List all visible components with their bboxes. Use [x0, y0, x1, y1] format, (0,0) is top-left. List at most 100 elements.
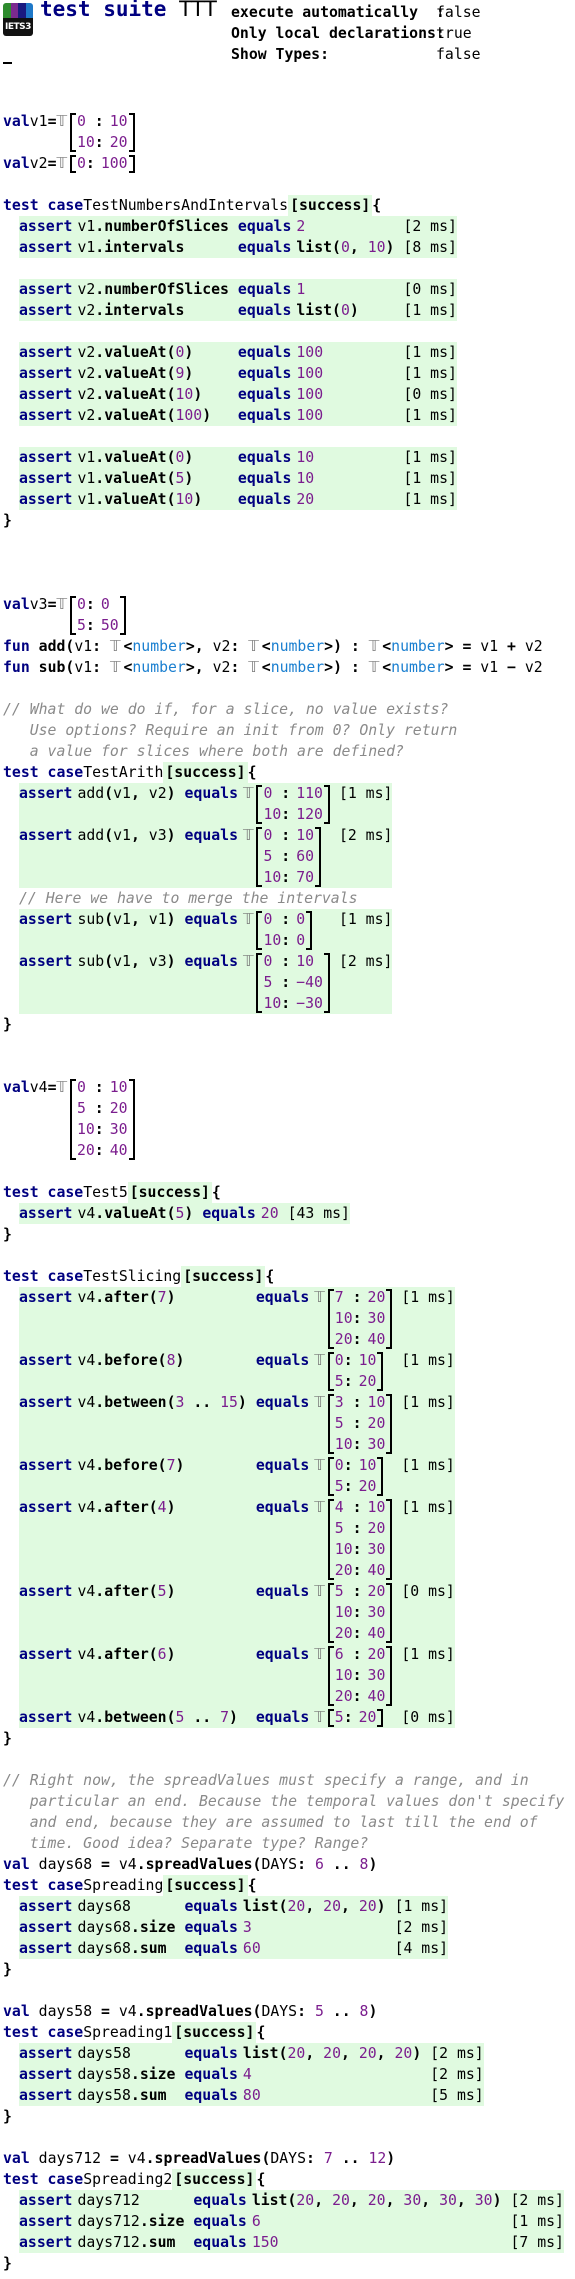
assert-subject[interactable]: days68 — [77, 1896, 185, 1917]
test-case-name[interactable]: TestNumbersAndIntervals — [83, 195, 288, 216]
setting-value[interactable]: false — [436, 2, 481, 23]
assert-expected[interactable]: 150 — [251, 2232, 511, 2253]
assert-subject[interactable]: v1.valueAt(10) — [77, 489, 238, 510]
val-declaration[interactable]: val v3 = 𝕋 0:0 5:50 — [3, 594, 564, 636]
test-case-name[interactable]: Spreading1 — [83, 2022, 172, 2043]
val-declaration[interactable]: val v4 = 𝕋 0:10 5:20 10:30 20:40 — [3, 1077, 564, 1161]
test-case-header[interactable]: test case Spreading2 [success] { — [3, 2169, 564, 2190]
val-name[interactable]: v4 — [30, 1077, 48, 1098]
assert-subject[interactable]: v4.between(5 .. 7) — [77, 1707, 256, 1728]
assert-expected[interactable]: 𝕋 0:10 5:20 — [314, 1455, 402, 1497]
code-editor[interactable]: val v1 = 𝕋 0:10 10:20 val v2 = 𝕋 0:100 test c… — [3, 111, 564, 2274]
assert-expected[interactable]: 100 — [296, 405, 404, 426]
assert-subject[interactable]: v4.after(6) — [77, 1644, 256, 1707]
assert-expected[interactable]: list(20, 20, 20) — [242, 1896, 395, 1917]
test-case-name[interactable]: TestArith — [83, 762, 163, 783]
setting-only-local-declarations[interactable]: Only local declarations: true — [231, 23, 472, 44]
test-case-name[interactable]: Spreading2 — [83, 2169, 172, 2190]
assert-subject[interactable]: sub(v1, v1) — [77, 909, 185, 951]
suite-name[interactable]: TTT — [179, 0, 217, 21]
assert-expected[interactable]: list(20, 20, 20, 30, 30, 30) — [251, 2190, 511, 2211]
assert-subject[interactable]: days68.size — [77, 1917, 185, 1938]
val-name[interactable]: v1 — [30, 111, 48, 132]
assert-expected[interactable]: 100 — [296, 384, 404, 405]
assert-subject[interactable]: v4.after(7) — [77, 1287, 256, 1350]
assert-expected[interactable]: 𝕋 3:10 5:20 10:30 — [314, 1392, 402, 1455]
assert-expected[interactable]: 1 — [296, 279, 404, 300]
test-case-name[interactable]: Test5 — [83, 1182, 128, 1203]
assert-expected[interactable]: 10 — [296, 468, 404, 489]
assert-expected[interactable]: 𝕋 6:20 10:30 20:40 — [314, 1644, 402, 1707]
assert-subject[interactable]: days712.sum — [77, 2232, 194, 2253]
test-case-header[interactable]: test case Spreading [success] { — [3, 1875, 564, 1896]
assert-subject[interactable]: days58 — [77, 2043, 185, 2064]
assert-subject[interactable]: v1.intervals — [77, 237, 238, 258]
test-case-name[interactable]: TestSlicing — [83, 1266, 181, 1287]
setting-value[interactable]: false — [436, 44, 481, 65]
assert-subject[interactable]: v4.before(8) — [77, 1350, 256, 1392]
setting-execute-automatically[interactable]: execute automatically : false — [231, 2, 481, 23]
assert-subject[interactable]: days58.size — [77, 2064, 185, 2085]
code-line[interactable]: fun add(v1: 𝕋 < number >, v2: 𝕋 < number >) : … — [3, 636, 564, 657]
assert-subject[interactable]: v2.valueAt(9) — [77, 363, 238, 384]
assert-subject[interactable]: days712 — [77, 2190, 194, 2211]
assert-expected[interactable]: 3 — [242, 1917, 395, 1938]
assert-subject[interactable]: days68.sum — [77, 1938, 185, 1959]
assert-expected[interactable]: 6 — [251, 2211, 511, 2232]
assert-subject[interactable]: add(v1, v3) — [77, 825, 185, 888]
code-line[interactable]: val days712 = v4. spreadValues(DAYS: 7 ..… — [3, 2148, 564, 2169]
assert-expected[interactable]: list(0) — [296, 300, 404, 321]
test-case-header[interactable]: test case TestArith [success] { — [3, 762, 564, 783]
assert-expected[interactable]: 𝕋 4:10 5:20 10:30 20:40 — [314, 1497, 402, 1581]
code-line[interactable]: fun sub(v1: 𝕋 < number >, v2: 𝕋 < number >) : … — [3, 657, 564, 678]
code-line[interactable]: val days68 = v4. spreadValues(DAYS: 6 .. … — [3, 1854, 564, 1875]
val-name[interactable]: v3 — [30, 594, 48, 615]
assert-subject[interactable]: days58.sum — [77, 2085, 185, 2106]
assert-expected[interactable]: 𝕋 5:20 — [314, 1707, 402, 1728]
assert-subject[interactable]: v4.before(7) — [77, 1455, 256, 1497]
assert-expected[interactable]: 𝕋 0:110 10:120 — [242, 783, 339, 825]
assert-subject[interactable]: days712.size — [77, 2211, 194, 2232]
assert-expected[interactable]: 𝕋 0:10 5: −40 10: −30 — [242, 951, 339, 1014]
assert-subject[interactable]: v1.valueAt(0) — [77, 447, 238, 468]
assert-expected[interactable]: 2 — [296, 216, 404, 237]
val-declaration[interactable]: val v2 = 𝕋 0:100 — [3, 153, 564, 174]
assert-subject[interactable]: v2.valueAt(100) — [77, 405, 238, 426]
test-case-name[interactable]: Spreading — [83, 1875, 163, 1896]
test-case-header[interactable]: test case Spreading1 [success] { — [3, 2022, 564, 2043]
assert-expected[interactable]: 𝕋 0:10 5:60 10:70 — [242, 825, 339, 888]
test-case-header[interactable]: test case TestNumbersAndIntervals [succe… — [3, 195, 564, 216]
assert-subject[interactable]: v1.numberOfSlices — [77, 216, 238, 237]
assert-expected[interactable]: list(0, 10) — [296, 237, 404, 258]
assert-expected[interactable]: 𝕋 0:0 10:0 — [242, 909, 339, 951]
setting-show-types[interactable]: Show Types: false — [231, 44, 481, 65]
assert-expected[interactable]: 10 — [296, 447, 404, 468]
code-line[interactable]: val days58 = v4. spreadValues(DAYS: 5 .. … — [3, 2001, 564, 2022]
assert-subject[interactable]: v1.valueAt(5) — [77, 468, 238, 489]
assert-expected[interactable]: 20 — [260, 1203, 288, 1224]
assert-expected[interactable]: 𝕋 7:20 10:30 20:40 — [314, 1287, 402, 1350]
assert-expected[interactable]: 100 — [296, 363, 404, 384]
assert-subject[interactable]: sub(v1, v3) — [77, 951, 185, 1014]
assert-subject[interactable]: v4.valueAt(5) — [77, 1203, 203, 1224]
assert-subject[interactable]: v2.intervals — [77, 300, 238, 321]
test-case-header[interactable]: test case Test5 [success] { — [3, 1182, 564, 1203]
setting-value[interactable]: true — [436, 23, 472, 44]
assert-expected[interactable]: 𝕋 5:20 10:30 20:40 — [314, 1581, 402, 1644]
assert-subject[interactable]: v4.between(3 .. 15) — [77, 1392, 256, 1455]
assert-expected[interactable]: 100 — [296, 342, 404, 363]
val-declaration[interactable]: val v1 = 𝕋 0:10 10:20 — [3, 111, 564, 153]
test-case-header[interactable]: test case TestSlicing [success] { — [3, 1266, 564, 1287]
assert-subject[interactable]: v2.numberOfSlices — [77, 279, 238, 300]
assert-subject[interactable]: add(v1, v2) — [77, 783, 185, 825]
assert-subject[interactable]: v4.after(4) — [77, 1497, 256, 1581]
assert-subject[interactable]: v4.after(5) — [77, 1581, 256, 1644]
assert-expected[interactable]: 4 — [242, 2064, 431, 2085]
assert-expected[interactable]: 80 — [242, 2085, 431, 2106]
assert-subject[interactable]: v2.valueAt(10) — [77, 384, 238, 405]
assert-expected[interactable]: list(20, 20, 20, 20) — [242, 2043, 431, 2064]
assert-subject[interactable]: v2.valueAt(0) — [77, 342, 238, 363]
assert-expected[interactable]: 𝕋 0:10 5:20 — [314, 1350, 402, 1392]
val-name[interactable]: v2 — [30, 153, 48, 174]
assert-expected[interactable]: 20 — [296, 489, 404, 510]
